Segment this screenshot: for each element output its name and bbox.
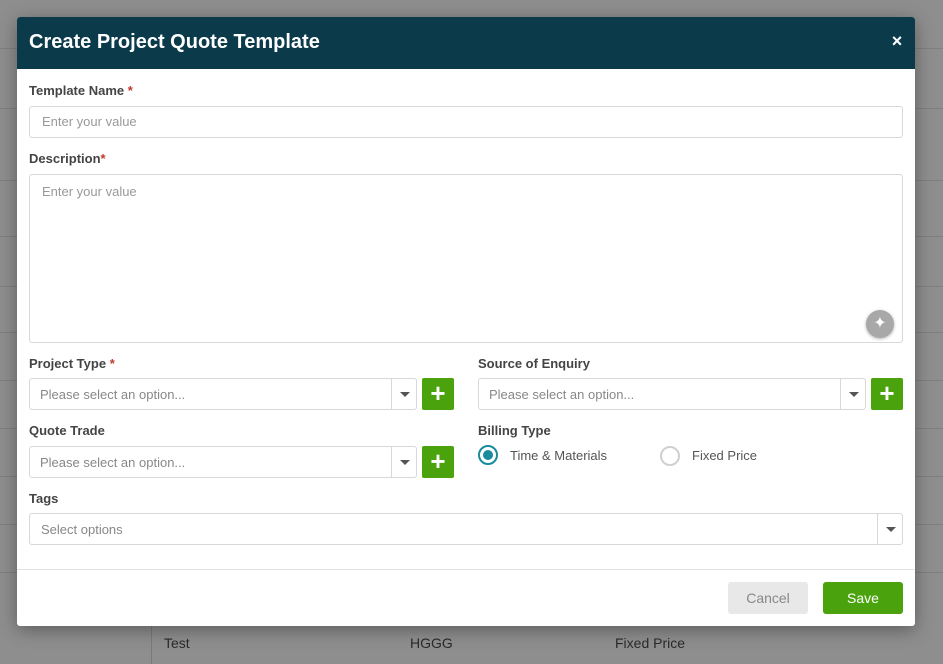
description-textarea[interactable]: Enter your value ✦ [29,174,903,343]
chevron-down-icon [400,460,410,465]
tags-placeholder: Select options [41,522,123,537]
billing-type-label: Billing Type [478,423,551,438]
radio-time-materials[interactable] [478,445,498,465]
chevron-down-icon [886,527,896,532]
template-name-label-text: Template Name [29,83,125,98]
source-of-enquiry-placeholder: Please select an option... [489,387,635,402]
radio-fixed-price[interactable] [660,446,680,466]
radio-time-materials-label[interactable]: Time & Materials [510,448,607,463]
project-type-label-text: Project Type [29,356,107,371]
bg-table-cell: Test [164,635,190,651]
chevron-down-icon [849,392,859,397]
source-of-enquiry-select[interactable]: Please select an option... [478,378,866,410]
description-placeholder: Enter your value [42,184,137,199]
dropdown-toggle[interactable] [840,379,865,409]
radio-fixed-price-label[interactable]: Fixed Price [692,448,757,463]
required-mark: * [109,356,115,371]
close-icon[interactable]: × [889,31,905,51]
quote-trade-label: Quote Trade [29,423,105,438]
template-name-input[interactable]: Enter your value [29,106,903,138]
template-name-label: Template Name * [29,83,133,98]
required-mark: * [100,151,106,166]
description-label: Description* [29,151,106,166]
bg-table-cell: HGGG [410,635,453,651]
modal-title: Create Project Quote Template [29,31,320,53]
project-type-placeholder: Please select an option... [40,387,186,402]
project-type-label: Project Type * [29,356,115,371]
add-source-of-enquiry-button[interactable]: + [871,378,903,410]
tags-label: Tags [29,491,59,506]
source-of-enquiry-label: Source of Enquiry [478,356,590,371]
sparkle-icon[interactable]: ✦ [866,310,894,338]
quote-trade-select[interactable]: Please select an option... [29,446,417,478]
template-name-placeholder: Enter your value [42,114,137,129]
save-button[interactable]: Save [823,582,903,614]
add-project-type-button[interactable]: + [422,378,454,410]
cancel-button[interactable]: Cancel [728,582,808,614]
chevron-down-icon [400,392,410,397]
required-mark: * [127,83,133,98]
quote-trade-placeholder: Please select an option... [40,455,186,470]
tags-multiselect[interactable]: Select options [29,513,903,545]
dropdown-toggle[interactable] [391,379,416,409]
dropdown-toggle[interactable] [877,514,902,544]
add-quote-trade-button[interactable]: + [422,446,454,478]
footer-divider [17,569,915,570]
project-type-select[interactable]: Please select an option... [29,378,417,410]
bg-table-cell: Fixed Price [615,635,686,651]
description-label-text: Description [29,151,101,166]
modal-header: Create Project Quote Template × [17,17,915,69]
create-template-modal: Create Project Quote Template × Template… [17,17,915,626]
dropdown-toggle[interactable] [391,447,416,477]
